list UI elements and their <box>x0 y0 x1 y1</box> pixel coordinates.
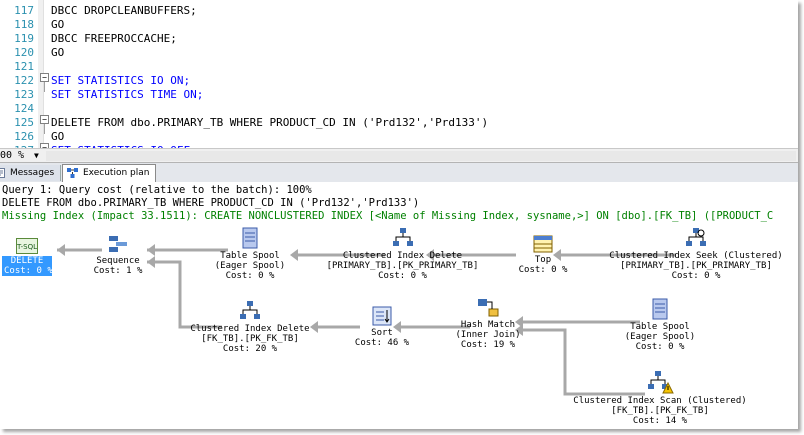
plan-node-clustered-index-delete[interactable]: Clustered Index Delete [FK_TB].[PK_FK_TB… <box>185 300 315 354</box>
node-name: Sort <box>371 328 393 338</box>
node-cost: Cost: 0 % <box>225 271 275 281</box>
sequence-icon <box>109 236 127 252</box>
plan-node-clustered-index-delete[interactable]: Clustered Index Delete [PRIMARY_TB].[PK_… <box>320 227 485 281</box>
plan-node-clustered-index-seek[interactable]: Clustered Index Seek (Clustered) [PRIMAR… <box>606 227 786 281</box>
collapse-toggle[interactable]: − <box>40 115 49 124</box>
table-spool-icon <box>242 227 258 249</box>
fold-guide <box>44 124 45 134</box>
code-line[interactable]: GO <box>51 46 64 60</box>
clustered-index-scan-icon <box>648 371 674 394</box>
query-editor[interactable]: 117 118 119 120 121 122 123 124 125 126 … <box>0 0 798 157</box>
node-name: Sequence <box>96 256 140 266</box>
line-number: 123 <box>14 88 34 101</box>
node-name: Table Spool <box>220 251 280 261</box>
ssms-window: 117 118 119 120 121 122 123 124 125 126 … <box>0 0 798 429</box>
node-detail: (Eager Spool) <box>624 332 696 342</box>
tab-execution-plan-label: Execution plan <box>83 168 150 178</box>
line-number: 120 <box>14 46 34 59</box>
plan-node-delete[interactable]: T-SQL DELETE Cost: 0 % <box>2 238 53 276</box>
node-detail: [PRIMARY_TB].[PK_PRIMARY_TB] <box>620 261 772 271</box>
line-number: 117 <box>14 4 34 17</box>
plan-node-clustered-index-scan[interactable]: Clustered Index Scan (Clustered) [FK_TB]… <box>570 370 750 426</box>
plan-node-table-spool[interactable]: Table Spool (Eager Spool) Cost: 0 % <box>205 227 295 281</box>
line-number: 124 <box>14 102 34 115</box>
clustered-index-seek-icon <box>686 228 706 246</box>
node-name: Clustered Index Seek (Clustered) <box>609 251 783 261</box>
fold-guide <box>44 82 45 92</box>
node-name: Clustered Index Scan (Clustered) <box>573 396 747 406</box>
horizontal-scrollbar[interactable] <box>46 151 796 161</box>
line-number: 122 <box>14 74 34 87</box>
node-cost: Cost: 0 % <box>635 342 685 352</box>
code-line[interactable]: GO <box>51 18 64 32</box>
hash-match-icon <box>478 299 499 317</box>
code-line[interactable]: DBCC DROPCLEANBUFFERS; <box>51 4 197 18</box>
node-name: Clustered Index Delete <box>190 324 310 334</box>
line-number: 125 <box>14 116 34 129</box>
clustered-index-delete-icon <box>240 301 260 319</box>
node-detail: (Inner Join) <box>455 330 521 340</box>
node-cost: Cost: 0 % <box>671 271 721 281</box>
zoom-level[interactable]: 00 % <box>0 149 24 163</box>
execution-plan-pane[interactable]: Query 1: Query cost (relative to the bat… <box>0 182 798 429</box>
node-name: Table Spool <box>630 322 690 332</box>
tsql-icon: T-SQL <box>16 238 38 254</box>
node-cost: Cost: 46 % <box>354 338 410 348</box>
node-cost: Cost: 0 % <box>518 265 568 275</box>
messages-icon <box>0 168 5 178</box>
tab-messages[interactable]: Messages <box>0 165 62 181</box>
tsql-icon-text: T-SQL <box>16 243 37 251</box>
node-cost: Cost: 14 % <box>632 416 688 426</box>
node-cost: Cost: 0 % <box>2 266 53 276</box>
node-name: Top <box>534 255 552 265</box>
plan-node-hash-match[interactable]: Hash Match (Inner Join) Cost: 19 % <box>448 298 528 350</box>
line-number: 119 <box>14 32 34 45</box>
code-line[interactable]: SET STATISTICS IO ON; <box>51 74 190 88</box>
top-icon <box>533 235 553 253</box>
code-line[interactable]: SET STATISTICS TIME ON; <box>51 88 203 102</box>
node-cost: Cost: 1 % <box>93 266 143 276</box>
results-tab-strip: Messages Execution plan <box>0 162 798 183</box>
line-number-gutter: 117 118 119 120 121 122 123 124 125 126 … <box>0 0 36 157</box>
line-number: 118 <box>14 18 34 31</box>
node-detail: [FK_TB].[PK_FK_TB] <box>201 334 299 344</box>
node-cost: Cost: 20 % <box>222 344 278 354</box>
node-detail: (Eager Spool) <box>214 261 286 271</box>
node-cost: Cost: 0 % <box>378 271 427 281</box>
zoom-dropdown-icon[interactable]: ▼ <box>34 149 39 163</box>
node-detail: [PRIMARY_TB].[PK_PRIMARY_TB] <box>326 261 479 271</box>
code-line[interactable]: GO <box>51 130 64 144</box>
node-cost: Cost: 19 % <box>460 340 516 350</box>
editor-status-bar: 00 % ▼ <box>0 148 798 163</box>
execution-plan-icon <box>67 168 78 178</box>
sort-icon <box>372 306 392 326</box>
code-line[interactable]: DBCC FREEPROCCACHE; <box>51 32 177 46</box>
node-name: Clustered Index Delete <box>342 251 463 261</box>
tab-execution-plan[interactable]: Execution plan <box>62 164 157 182</box>
plan-node-sequence[interactable]: Sequence Cost: 1 % <box>88 234 148 276</box>
node-name: DELETE <box>2 256 52 266</box>
collapse-toggle[interactable]: − <box>40 73 49 82</box>
plan-node-top[interactable]: Top Cost: 0 % <box>518 235 568 275</box>
node-detail: [FK_TB].[PK_FK_TB] <box>611 406 709 416</box>
node-name: Hash Match <box>460 320 516 330</box>
line-number: 126 <box>14 130 34 143</box>
code-line[interactable]: DELETE FROM dbo.PRIMARY_TB WHERE PRODUCT… <box>51 116 488 130</box>
tab-messages-label: Messages <box>10 168 55 178</box>
line-number: 121 <box>14 60 34 73</box>
plan-node-table-spool[interactable]: Table Spool (Eager Spool) Cost: 0 % <box>615 298 705 352</box>
clustered-index-delete-icon <box>392 228 413 246</box>
table-spool-icon <box>652 298 668 320</box>
plan-node-sort[interactable]: Sort Cost: 46 % <box>352 306 412 348</box>
